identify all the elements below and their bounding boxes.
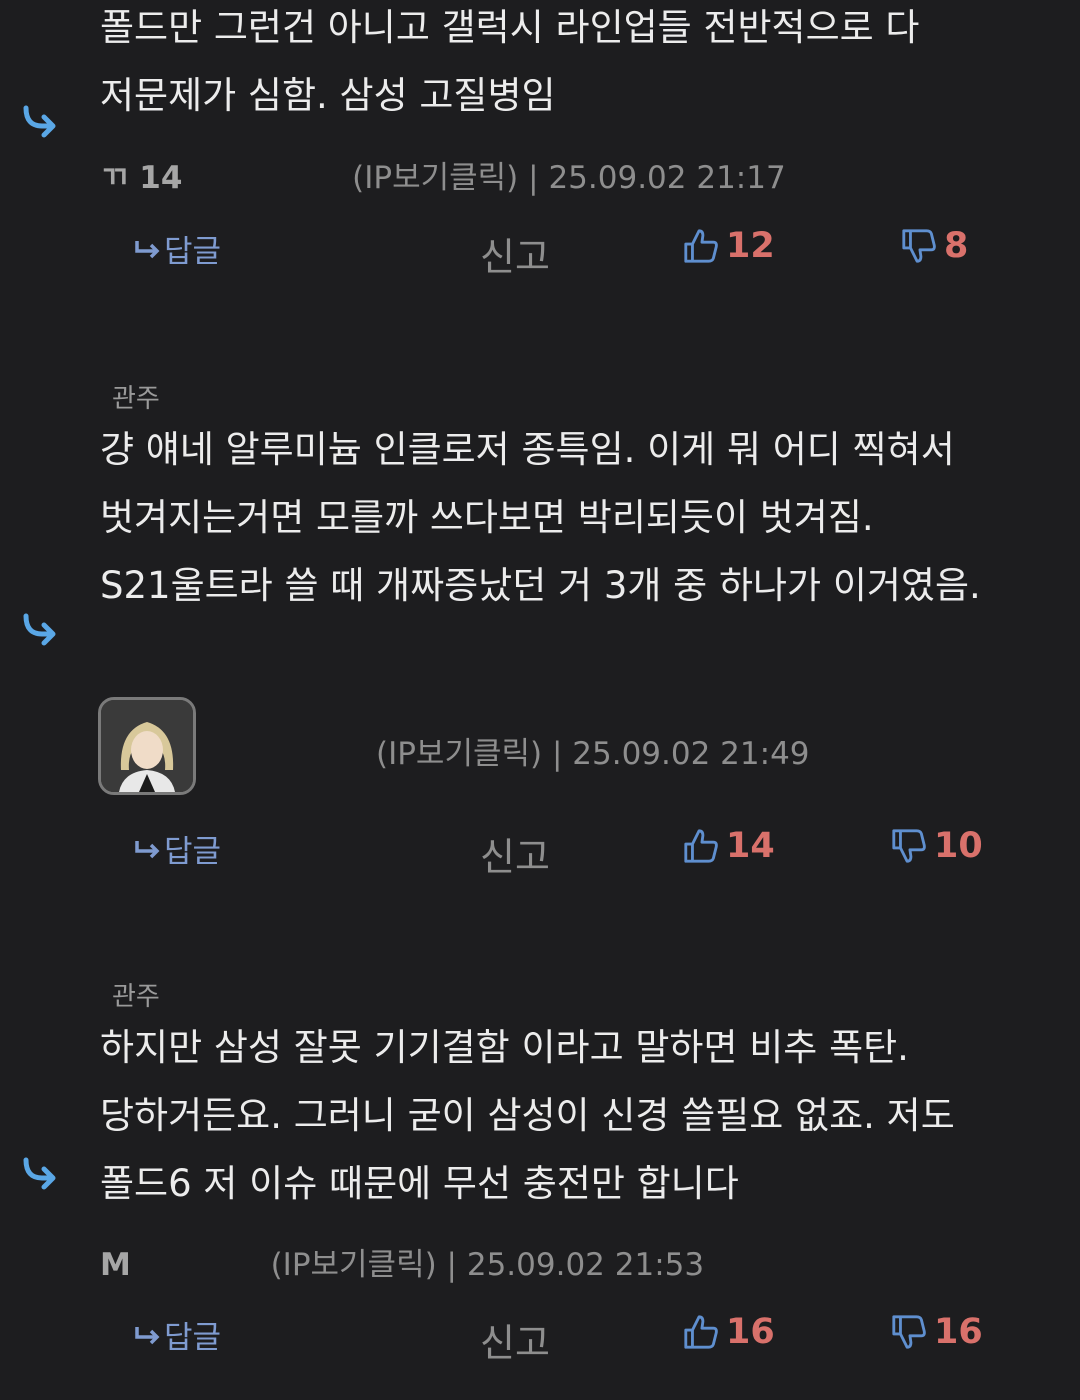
reply-arrow-icon [23, 613, 56, 646]
reply-label: 답글 [164, 834, 222, 870]
comment-text: 폴드만 그런건 아니고 갤럭시 라인업들 전반적으로 다 저문제가 심함. 삼성… [100, 6, 920, 117]
comment-datetime: 25.09.02 21:53 [466, 1247, 705, 1283]
dislike-button[interactable]: 16 [890, 1312, 983, 1352]
report-button[interactable]: 신고 [480, 1312, 550, 1367]
reply-label: 답글 [164, 234, 222, 270]
thumbs-down-icon [892, 829, 926, 863]
thumbs-down-icon [892, 1315, 926, 1349]
like-count: 14 [726, 826, 775, 866]
comment-meta: ㄲ 14 (IP보기클릭) | 25.09.02 21:17 [100, 152, 786, 197]
reply-small-icon [135, 240, 160, 258]
comment-author[interactable]: ㄲ 14 [100, 160, 182, 196]
reply-small-icon [135, 1326, 160, 1344]
thumbs-up-icon [684, 1315, 718, 1349]
reply-arrow-icon [23, 105, 56, 138]
comment-meta: (IP보기클릭) | 25.09.02 21:49 [376, 728, 810, 773]
comment-text: 하지만 삼성 잘못 기기결함 이라고 말하면 비추 폭탄. 당하거든요. 그러니… [100, 1026, 955, 1205]
avatar[interactable] [98, 697, 196, 795]
report-button[interactable]: 신고 [480, 826, 550, 881]
reply-button[interactable]: 답글 [134, 1312, 221, 1357]
like-button[interactable]: 14 [682, 826, 775, 866]
reply-arrow-icon [23, 1157, 56, 1190]
comment-tag: 관주 [112, 384, 160, 414]
report-button[interactable]: 신고 [480, 226, 550, 281]
meta-separator: | [551, 736, 563, 772]
reply-label: 답글 [164, 1320, 222, 1356]
reply-button[interactable]: 답글 [134, 826, 221, 871]
ip-link[interactable]: (IP보기클릭) [352, 160, 518, 196]
ip-link[interactable]: (IP보기클릭) [376, 736, 542, 772]
like-count: 16 [726, 1312, 775, 1352]
like-count: 12 [726, 226, 775, 266]
dislike-count: 16 [934, 1312, 983, 1352]
reply-button[interactable]: 답글 [134, 226, 221, 271]
thumbs-up-icon [684, 829, 718, 863]
dislike-button[interactable]: 10 [890, 826, 983, 866]
ip-link[interactable]: (IP보기클릭) [271, 1247, 437, 1283]
dislike-button[interactable]: 8 [900, 226, 968, 266]
meta-separator: | [446, 1247, 457, 1283]
comment-datetime: 25.09.02 21:17 [548, 160, 786, 196]
dislike-count: 8 [944, 226, 969, 266]
avatar-image [101, 700, 193, 792]
comment-actions: 답글 신고 12 8 [0, 226, 1080, 279]
comment-author[interactable]: M [100, 1247, 131, 1283]
thumbs-down-icon [902, 229, 936, 263]
comment-meta: M (IP보기클릭) | 25.09.02 21:53 [100, 1239, 704, 1284]
reply-small-icon [135, 840, 160, 858]
comment-tag: 관주 [112, 982, 160, 1012]
thumbs-up-icon [684, 229, 718, 263]
comment-text: 걍 얘네 알루미늄 인클로저 종특임. 이게 뭐 어디 찍혀서 벗겨지는거면 모… [100, 428, 981, 607]
comment-actions: 답글 신고 14 10 [0, 826, 1080, 879]
comment-actions: 답글 신고 16 16 [0, 1312, 1080, 1365]
comment-datetime: 25.09.02 21:49 [572, 736, 810, 772]
like-button[interactable]: 16 [682, 1312, 775, 1352]
dislike-count: 10 [934, 826, 983, 866]
meta-separator: | [528, 160, 539, 196]
like-button[interactable]: 12 [682, 226, 775, 266]
